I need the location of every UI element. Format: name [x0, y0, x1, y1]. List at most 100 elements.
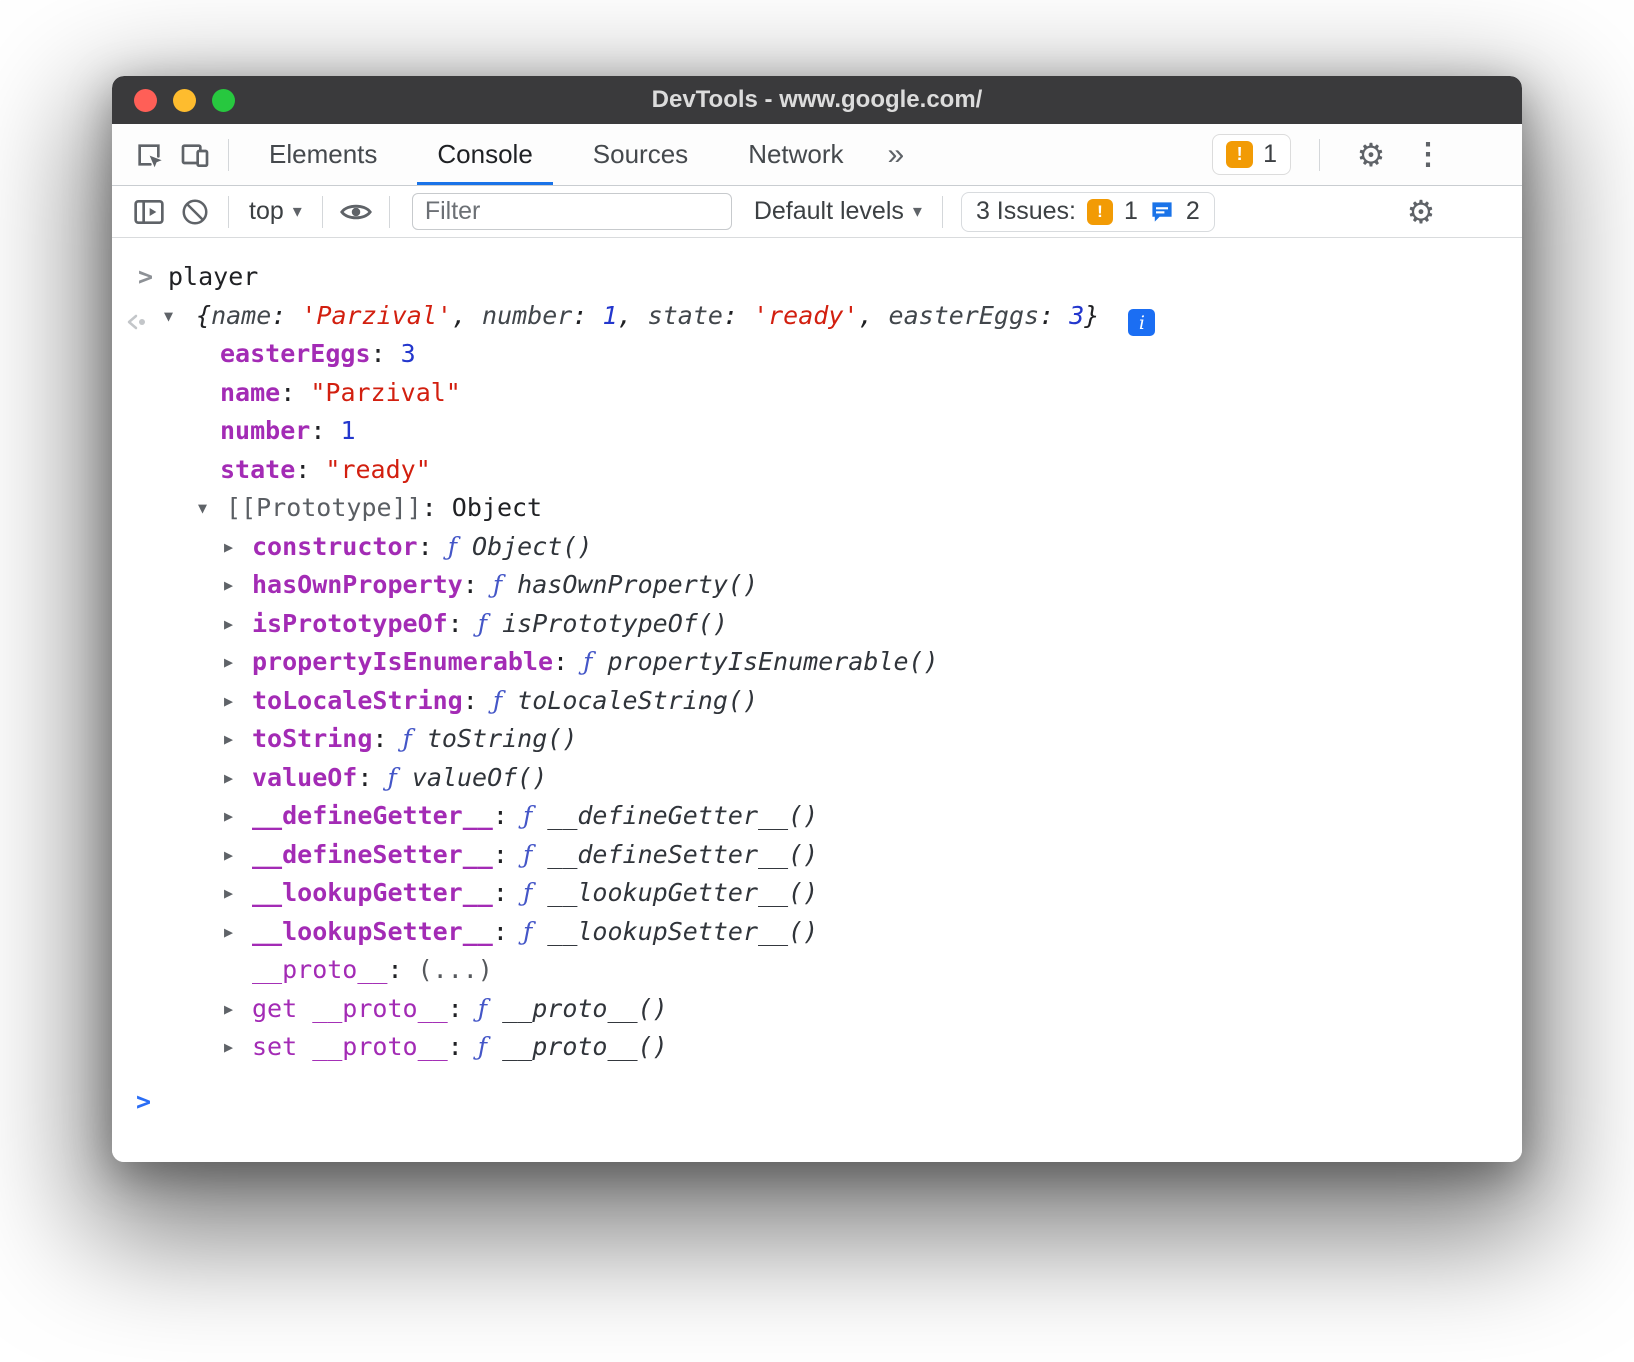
object-preview: {name: 'Parzival', number: 1, state: 're… [196, 301, 1099, 330]
prototype-property-row[interactable]: ▶ __defineGetter__: ƒ __defineGetter__() [112, 797, 1522, 836]
tab-label: Sources [593, 139, 688, 170]
tabbar-right-controls: ! 1 ⚙ ⋮ [1212, 132, 1522, 178]
sidebar-panel-icon [133, 198, 165, 226]
expand-toggle-icon[interactable]: ▶ [224, 874, 233, 913]
console-errors-button[interactable]: ! 1 [1212, 134, 1291, 175]
inspect-cursor-icon [133, 139, 165, 171]
log-levels-dropdown[interactable]: Default levels ▾ [744, 197, 932, 226]
settings-gear-icon[interactable]: ⚙ [1348, 132, 1394, 178]
separator [942, 196, 943, 228]
live-expression-button[interactable] [333, 189, 379, 235]
property-row[interactable]: number: 1 [112, 412, 1522, 451]
expand-toggle-icon[interactable]: ▶ [224, 913, 233, 952]
info-icon[interactable]: i [1128, 309, 1155, 336]
warning-mark: ! [1237, 144, 1243, 165]
invoke-getter[interactable]: (...) [418, 955, 493, 984]
devtools-tabbar: Elements Console Sources Network » ! 1 ⚙… [112, 124, 1522, 186]
issues-button[interactable]: 3 Issues: ! 1 2 [961, 192, 1215, 232]
clear-circle-slash-icon [180, 197, 210, 227]
separator [322, 196, 323, 228]
more-options-kebab-icon[interactable]: ⋮ [1412, 132, 1444, 178]
expand-toggle-icon[interactable]: ▶ [224, 1028, 233, 1067]
prototype-property-row[interactable]: __proto__: (...) [112, 951, 1522, 990]
tab-label: Console [437, 139, 532, 170]
prototype-row[interactable]: ▼ [[Prototype]]: Object [112, 489, 1522, 528]
prototype-property-row[interactable]: ▶ propertyIsEnumerable: ƒ propertyIsEnum… [112, 643, 1522, 682]
console-sidebar-toggle-button[interactable] [126, 189, 172, 235]
prototype-property-row[interactable]: ▶ __lookupSetter__: ƒ __lookupSetter__() [112, 913, 1522, 952]
expand-toggle-icon[interactable]: ▶ [224, 759, 233, 798]
expand-toggle-icon[interactable]: ▶ [224, 643, 233, 682]
console-output[interactable]: > player ▼ {name: 'Parzival', number: 1,… [112, 238, 1522, 1162]
console-command-row: > player [112, 258, 1522, 297]
console-result-row[interactable]: ▼ {name: 'Parzival', number: 1, state: '… [112, 297, 1522, 336]
issues-message-count: 2 [1186, 197, 1200, 226]
devtools-window: DevTools - www.google.com/ Elements Cons… [112, 76, 1522, 1162]
warning-mark: ! [1097, 202, 1103, 222]
context-selector-dropdown[interactable]: top ▾ [239, 197, 312, 226]
property-row[interactable]: name: "Parzival" [112, 374, 1522, 413]
tab-sources[interactable]: Sources [563, 124, 718, 185]
prototype-property-row[interactable]: ▶ __defineSetter__: ƒ __defineSetter__() [112, 836, 1522, 875]
device-toolbar-button[interactable] [172, 132, 218, 178]
window-controls [134, 89, 235, 112]
device-toolbar-icon [179, 139, 211, 171]
tab-elements[interactable]: Elements [239, 124, 407, 185]
collapse-toggle-icon[interactable]: ▼ [198, 489, 207, 528]
prototype-property-row[interactable]: ▶ constructor: ƒ Object() [112, 528, 1522, 567]
prototype-property-row[interactable]: ▶ get __proto__: ƒ __proto__() [112, 990, 1522, 1029]
separator [1319, 139, 1320, 171]
prototype-property-row[interactable]: ▶ hasOwnProperty: ƒ hasOwnProperty() [112, 566, 1522, 605]
zoom-window-button[interactable] [212, 89, 235, 112]
message-bubble-icon [1149, 200, 1175, 224]
prototype-property-row[interactable]: ▶ toString: ƒ toString() [112, 720, 1522, 759]
console-toolbar-right: ⚙ [1398, 189, 1508, 235]
chevron-down-icon: ▾ [913, 201, 922, 222]
prototype-property-row[interactable]: ▶ __lookupGetter__: ƒ __lookupGetter__() [112, 874, 1522, 913]
collapse-toggle-icon[interactable]: ▼ [164, 297, 173, 336]
separator [389, 196, 390, 228]
console-settings-gear-icon[interactable]: ⚙ [1398, 189, 1444, 235]
filter-input[interactable] [412, 193, 732, 230]
prototype-property-row[interactable]: ▶ isPrototypeOf: ƒ isPrototypeOf() [112, 605, 1522, 644]
expand-toggle-icon[interactable]: ▶ [224, 605, 233, 644]
more-tabs-button[interactable]: » [874, 138, 919, 172]
expand-toggle-icon[interactable]: ▶ [224, 797, 233, 836]
issues-label: 3 Issues: [976, 197, 1076, 226]
expand-toggle-icon[interactable]: ▶ [224, 990, 233, 1029]
error-warning-icon: ! [1226, 141, 1253, 168]
prototype-property-row[interactable]: ▶ set __proto__: ƒ __proto__() [112, 1028, 1522, 1067]
clear-console-button[interactable] [172, 189, 218, 235]
tab-network[interactable]: Network [718, 124, 873, 185]
console-prompt-icon: > [136, 1083, 151, 1122]
log-levels-label: Default levels [754, 197, 904, 226]
expand-toggle-icon[interactable]: ▶ [224, 836, 233, 875]
console-input-row[interactable]: > [112, 1083, 1522, 1122]
command-prompt-icon: > [138, 258, 153, 297]
expand-toggle-icon[interactable]: ▶ [224, 720, 233, 759]
expand-toggle-icon[interactable]: ▶ [224, 566, 233, 605]
tab-label: Network [748, 139, 843, 170]
prototype-property-row[interactable]: ▶ valueOf: ƒ valueOf() [112, 759, 1522, 798]
issues-error-icon: ! [1087, 199, 1113, 225]
tab-label: Elements [269, 139, 377, 170]
inspect-element-button[interactable] [126, 132, 172, 178]
issues-error-count: 1 [1124, 197, 1138, 226]
eye-icon [339, 199, 373, 225]
window-title: DevTools - www.google.com/ [652, 86, 983, 114]
separator [228, 139, 229, 171]
property-row[interactable]: easterEggs: 3 [112, 335, 1522, 374]
window-titlebar[interactable]: DevTools - www.google.com/ [112, 76, 1522, 124]
error-count: 1 [1263, 140, 1277, 169]
expand-toggle-icon[interactable]: ▶ [224, 682, 233, 721]
context-selector-label: top [249, 197, 284, 226]
property-row[interactable]: state: "ready" [112, 451, 1522, 490]
console-toolbar: top ▾ Default levels ▾ 3 Issues: ! 1 [112, 186, 1522, 238]
chevron-down-icon: ▾ [293, 201, 302, 222]
tab-console[interactable]: Console [407, 124, 562, 185]
separator [228, 196, 229, 228]
prototype-property-row[interactable]: ▶ toLocaleString: ƒ toLocaleString() [112, 682, 1522, 721]
close-window-button[interactable] [134, 89, 157, 112]
expand-toggle-icon[interactable]: ▶ [224, 528, 233, 567]
minimize-window-button[interactable] [173, 89, 196, 112]
